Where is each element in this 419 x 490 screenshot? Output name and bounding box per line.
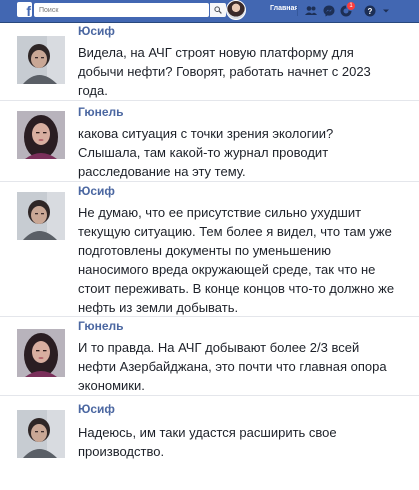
facebook-logo[interactable]: f [17, 2, 32, 17]
chat-message: Юсиф Не думаю, что ее присутствие сильно… [0, 182, 419, 316]
message-text: Надеюсь, им таки удастся расширить свое … [78, 425, 337, 459]
avatar-photo [17, 329, 65, 377]
avatar-gyunel[interactable] [17, 111, 65, 159]
message-text: Видела, на АЧГ строят новую платформу дл… [78, 45, 371, 98]
account-menu-chevron-icon[interactable] [381, 6, 391, 16]
friend-requests-icon[interactable] [304, 4, 318, 18]
svg-text:?: ? [368, 7, 373, 16]
message-author[interactable]: Гюнель [78, 105, 124, 119]
avatar-yusif[interactable] [17, 36, 65, 84]
home-link[interactable]: Главная [270, 5, 298, 12]
search-button[interactable] [210, 3, 226, 17]
avatar-yusif[interactable] [17, 410, 65, 458]
avatar-yusif[interactable] [17, 192, 65, 240]
top-navigation-bar: f Главная 1 ? [0, 0, 419, 23]
chat-message: Юсиф Видела, на АЧГ строят новую платфор… [0, 22, 419, 100]
message-text: Не думаю, что ее присутствие сильно ухуд… [78, 205, 395, 315]
profile-avatar[interactable] [226, 0, 246, 20]
message-text: какова ситуация с точки зрения экологии?… [78, 126, 334, 179]
avatar-photo [17, 410, 65, 458]
nav-divider [297, 5, 298, 16]
search-input[interactable] [34, 3, 209, 17]
notification-badge: 1 [346, 1, 356, 11]
message-author[interactable]: Юсиф [78, 24, 115, 38]
message-author[interactable]: Юсиф [78, 402, 115, 416]
avatar-gyunel[interactable] [17, 329, 65, 377]
chat-message: Юсиф Надеюсь, им таки удастся расширить … [0, 396, 419, 490]
avatar-photo [17, 192, 65, 240]
chat-message: Гюнель какова ситуация с точки зрения эк… [0, 101, 419, 181]
avatar-photo [17, 36, 65, 84]
search-icon [214, 6, 222, 14]
message-author[interactable]: Гюнель [78, 319, 124, 333]
chat-message: Гюнель И то правда. На АЧГ добывают боле… [0, 317, 419, 395]
message-text: И то правда. На АЧГ добывают более 2/3 в… [78, 340, 387, 393]
help-icon[interactable]: ? [363, 4, 377, 18]
message-author[interactable]: Юсиф [78, 184, 115, 198]
messenger-icon[interactable] [322, 4, 336, 18]
avatar-photo [17, 111, 65, 159]
